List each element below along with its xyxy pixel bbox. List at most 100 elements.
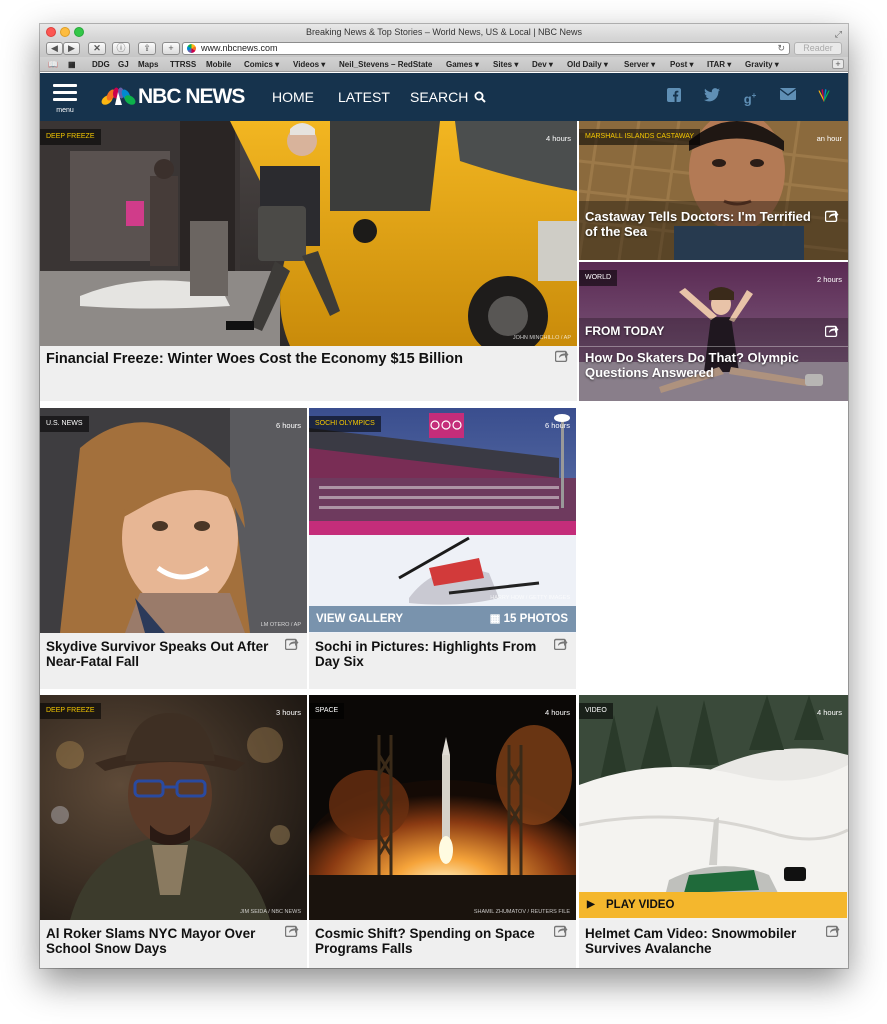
story-card-skydive[interactable]: U.S. NEWS 6 hours LM OTERO / AP Skydive … [40, 408, 307, 689]
story-card-roker[interactable]: DEEP FREEZE 3 hours JIM SEIDA / NBC NEWS… [40, 695, 307, 968]
story-headline[interactable]: How Do Skaters Do That? Olympic Question… [585, 350, 842, 380]
story-tag[interactable]: WORLD [579, 270, 618, 286]
story-tag[interactable]: MARSHALL ISLANDS CASTAWAY [579, 129, 701, 145]
add-bookmark-button[interactable]: + [162, 42, 180, 55]
share-icon[interactable] [825, 324, 839, 337]
twitter-icon[interactable] [704, 88, 720, 104]
story-tag[interactable]: SPACE [309, 703, 345, 719]
facebook-icon[interactable] [666, 88, 682, 104]
view-gallery-bar[interactable]: VIEW GALLERY ▦ 15 PHOTOS [309, 606, 576, 632]
new-tab-button[interactable]: + [832, 59, 844, 69]
reading-list-icon[interactable]: 📖 [48, 57, 58, 72]
bookmark-item[interactable]: DDG [92, 57, 110, 72]
photo-credit: HARRY HOW / GETTY IMAGES [490, 595, 570, 601]
bookmarks-bar: 📖 ▦ DDG GJ Maps TTRSS Mobile Comics ▾ Vi… [40, 57, 848, 72]
menu-button[interactable]: menu [52, 82, 78, 114]
share-icon[interactable] [285, 637, 299, 650]
story-card-space[interactable]: SPACE 4 hours SHAMIL ZHUMATOV / REUTERS … [309, 695, 576, 968]
share-icon[interactable] [826, 924, 840, 937]
minimize-window-button[interactable] [60, 27, 70, 37]
top-sites-icon[interactable]: ▦ [68, 57, 76, 72]
share-icon[interactable] [825, 209, 839, 222]
castaway-story-image[interactable]: MARSHALL ISLANDS CASTAWAY an hour [579, 121, 848, 260]
bookmark-menu[interactable]: ITAR ▾ [707, 57, 731, 72]
story-time: 6 hours [544, 421, 570, 430]
bookmark-menu[interactable]: Games ▾ [446, 57, 479, 72]
story-headline[interactable]: Skydive Survivor Speaks Out After Near-F… [46, 639, 279, 669]
story-time: 4 hours [545, 134, 571, 143]
skydive-story-image[interactable]: U.S. NEWS 6 hours LM OTERO / AP [40, 408, 307, 633]
photo-credit: LM OTERO / AP [260, 622, 301, 628]
nbc-news-logo[interactable]: NBC NEWS [100, 85, 250, 109]
nav-home[interactable]: HOME [272, 88, 314, 106]
story-headline[interactable]: Al Roker Slams NYC Mayor Over School Sno… [46, 926, 279, 956]
forward-button[interactable]: ▶ [63, 42, 80, 55]
story-kicker: FROM TODAY [585, 324, 665, 338]
story-tag[interactable]: DEEP FREEZE [40, 129, 101, 145]
bookmark-item[interactable]: Neil_Stevens – RedState [339, 57, 432, 72]
bookmark-menu[interactable]: Gravity ▾ [745, 57, 779, 72]
story-card-castaway[interactable]: MARSHALL ISLANDS CASTAWAY an hour Castaw… [579, 121, 848, 260]
history-icon[interactable]: ⓘ [112, 42, 130, 55]
bookmark-menu[interactable]: Old Daily ▾ [567, 57, 608, 72]
play-video-label: PLAY VIDEO [606, 899, 675, 911]
story-card-avalanche[interactable]: VIDEO 4 hours ▶ PLAY VIDEO Helmet Cam Vi… [579, 695, 848, 968]
story-tag[interactable]: DEEP FREEZE [40, 703, 101, 719]
hamburger-icon [53, 84, 77, 87]
story-tag[interactable]: U.S. NEWS [40, 416, 89, 432]
photo-count-label: 15 PHOTOS [503, 613, 568, 625]
site-header: menu NBC NEWS HOME LATEST SEARCH g+ [40, 73, 848, 121]
space-story-image[interactable]: SPACE 4 hours SHAMIL ZHUMATOV / REUTERS … [309, 695, 576, 920]
bookmark-menu[interactable]: Videos ▾ [293, 57, 325, 72]
bookmark-menu[interactable]: Server ▾ [624, 57, 655, 72]
story-card-skaters[interactable]: WORLD 2 hours FROM TODAY How Do Skaters … [579, 262, 848, 401]
nbc-peacock-icon[interactable] [816, 88, 832, 104]
story-headline[interactable]: Castaway Tells Doctors: I'm Terrified of… [585, 209, 822, 239]
story-card-sochi[interactable]: SOCHI OLYMPICS 6 hours HARRY HOW / GETTY… [309, 408, 576, 689]
share-icon[interactable] [554, 924, 568, 937]
tools-icon[interactable]: ✕ [88, 42, 106, 55]
close-window-button[interactable] [46, 27, 56, 37]
play-video-button[interactable]: ▶ PLAY VIDEO [579, 892, 847, 918]
nav-search[interactable]: SEARCH [410, 88, 486, 106]
address-bar[interactable]: www.nbcnews.com ↻ [182, 42, 790, 55]
story-headline[interactable]: Helmet Cam Video: Snowmobiler Survives A… [585, 926, 820, 956]
reader-button[interactable]: Reader [794, 42, 842, 55]
back-button[interactable]: ◀ [46, 42, 63, 55]
email-icon[interactable] [779, 88, 797, 104]
reload-icon[interactable]: ↻ [777, 43, 785, 54]
roker-story-image[interactable]: DEEP FREEZE 3 hours JIM SEIDA / NBC NEWS [40, 695, 307, 920]
avalanche-video-thumbnail[interactable]: VIDEO 4 hours [579, 695, 848, 920]
story-tag[interactable]: SOCHI OLYMPICS [309, 416, 381, 432]
browser-toolbar: ◀ ▶ ✕ ⓘ ⇪ + www.nbcnews.com ↻ Reader [40, 40, 848, 57]
share-icon[interactable] [555, 349, 569, 362]
nav-latest[interactable]: LATEST [338, 88, 390, 106]
story-card-main[interactable]: DEEP FREEZE 4 hours JOHN MINCHILLO / AP … [40, 121, 577, 401]
story-time: 2 hours [816, 275, 842, 284]
zoom-window-button[interactable] [74, 27, 84, 37]
play-icon: ▶ [587, 899, 595, 910]
story-headline[interactable]: Sochi in Pictures: Highlights From Day S… [315, 639, 548, 669]
bookmark-menu[interactable]: Sites ▾ [493, 57, 518, 72]
main-story-image[interactable]: DEEP FREEZE 4 hours JOHN MINCHILLO / AP [40, 121, 577, 346]
title-bar: Breaking News & Top Stories – World News… [40, 24, 848, 40]
photo-credit: JIM SEIDA / NBC NEWS [240, 909, 301, 915]
sochi-story-image[interactable]: SOCHI OLYMPICS 6 hours HARRY HOW / GETTY… [309, 408, 576, 633]
grid-icon: ▦ [489, 613, 501, 625]
share-page-icon[interactable]: ⇪ [138, 42, 156, 55]
share-icon[interactable] [554, 637, 568, 650]
story-tag[interactable]: VIDEO [579, 703, 613, 719]
bookmark-item[interactable]: GJ [118, 57, 129, 72]
bookmark-item[interactable]: Mobile [206, 57, 231, 72]
bookmark-item[interactable]: TTRSS [170, 57, 196, 72]
bookmark-menu[interactable]: Post ▾ [670, 57, 694, 72]
bookmark-item[interactable]: Maps [138, 57, 158, 72]
google-plus-icon[interactable]: g+ [740, 88, 760, 106]
browser-window: Breaking News & Top Stories – World News… [40, 24, 848, 968]
story-headline[interactable]: Financial Freeze: Winter Woes Cost the E… [46, 352, 537, 367]
photo-credit: JOHN MINCHILLO / AP [512, 335, 571, 341]
share-icon[interactable] [285, 924, 299, 937]
story-headline[interactable]: Cosmic Shift? Spending on Space Programs… [315, 926, 548, 956]
bookmark-menu[interactable]: Dev ▾ [532, 57, 553, 72]
bookmark-menu[interactable]: Comics ▾ [244, 57, 279, 72]
